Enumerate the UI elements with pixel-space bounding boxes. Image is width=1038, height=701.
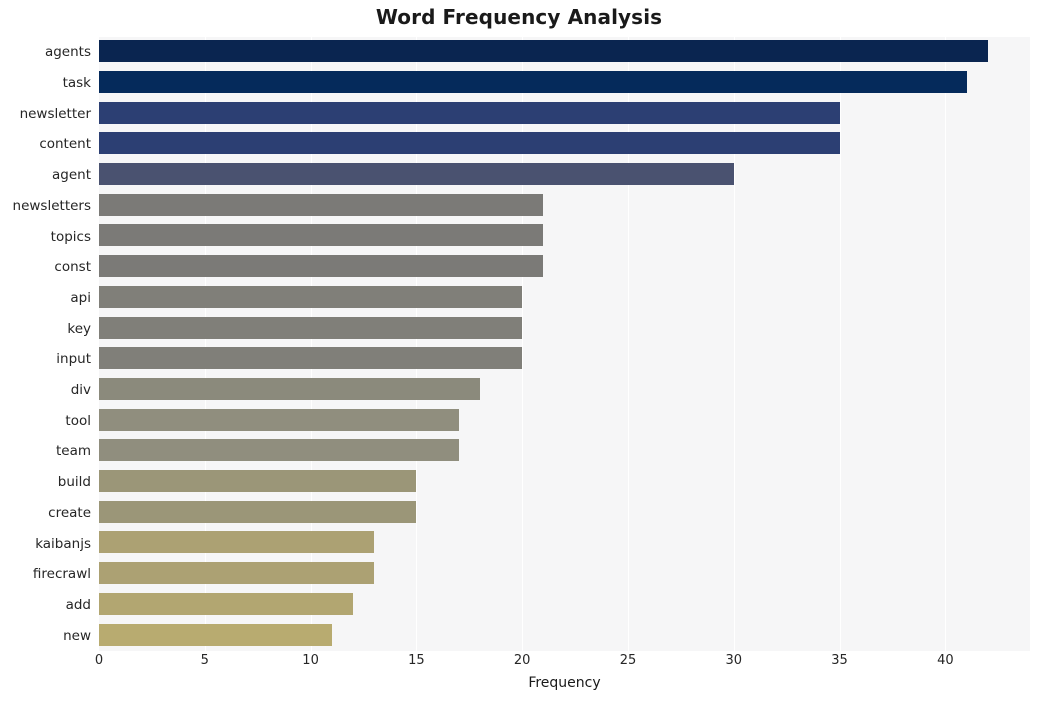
y-axis-tick-label: build xyxy=(57,474,91,491)
y-axis-tick-label: create xyxy=(48,504,91,521)
y-axis-tick-label: agent xyxy=(52,167,91,184)
bar-row[interactable] xyxy=(99,498,1030,527)
y-axis-tick-labels: agents task newsletter content agent newslett… xyxy=(0,37,99,651)
y-axis-tick-label: kaibanjs xyxy=(35,535,91,552)
x-axis-title: Frequency xyxy=(528,675,601,691)
bar[interactable] xyxy=(99,163,734,186)
bar[interactable] xyxy=(99,500,417,523)
bar-row[interactable] xyxy=(99,405,1030,434)
bar-row[interactable] xyxy=(99,191,1030,220)
bar[interactable] xyxy=(99,285,523,308)
y-axis-tick-label: newsletters xyxy=(12,197,91,214)
y-axis-tick-label: new xyxy=(63,627,91,644)
chart-figure: Word Frequency Analysis agents task newsle… xyxy=(0,0,1038,701)
x-axis-tick-label: 30 xyxy=(725,653,743,668)
bar-row[interactable] xyxy=(99,375,1030,404)
y-axis-tick-label: add xyxy=(65,596,91,613)
bar[interactable] xyxy=(99,255,544,278)
bar-row[interactable] xyxy=(99,160,1030,189)
bar[interactable] xyxy=(99,347,523,370)
bar[interactable] xyxy=(99,377,480,400)
bar[interactable] xyxy=(99,408,459,431)
x-axis-tick-label: 5 xyxy=(200,653,209,668)
bar[interactable] xyxy=(99,316,523,339)
x-axis-tick-label: 20 xyxy=(513,653,531,668)
bar-row[interactable] xyxy=(99,129,1030,158)
bar-row[interactable] xyxy=(99,344,1030,373)
y-axis-tick-label: tool xyxy=(65,412,91,429)
bar-row[interactable] xyxy=(99,313,1030,342)
bar[interactable] xyxy=(99,193,544,216)
bar-row[interactable] xyxy=(99,68,1030,97)
bar[interactable] xyxy=(99,101,840,124)
bar-row[interactable] xyxy=(99,436,1030,465)
bar-row[interactable] xyxy=(99,590,1030,619)
bar[interactable] xyxy=(99,470,417,493)
bar-row[interactable] xyxy=(99,528,1030,557)
bar-row[interactable] xyxy=(99,283,1030,312)
bar-row[interactable] xyxy=(99,37,1030,66)
y-axis-tick-label: const xyxy=(54,259,91,276)
x-axis-tick-labels: 0 5 10 15 20 25 30 35 40 xyxy=(95,653,1030,675)
y-axis-tick-label: topics xyxy=(50,228,91,245)
y-axis-tick-label: key xyxy=(67,320,91,337)
y-axis-tick-label: input xyxy=(56,351,91,368)
bar-row[interactable] xyxy=(99,467,1030,496)
bar[interactable] xyxy=(99,70,967,93)
x-axis-tick-label: 10 xyxy=(302,653,319,668)
bar[interactable] xyxy=(99,623,332,646)
bar-row[interactable] xyxy=(99,620,1030,649)
bar-row[interactable] xyxy=(99,221,1030,250)
bar[interactable] xyxy=(99,439,459,462)
y-axis-tick-label: team xyxy=(55,443,91,460)
bar-row[interactable] xyxy=(99,559,1030,588)
page-title: Word Frequency Analysis xyxy=(375,5,663,29)
y-axis-tick-label: task xyxy=(62,75,91,92)
plot-area xyxy=(99,37,1030,651)
y-axis-tick-label: firecrawl xyxy=(32,566,91,583)
x-axis-tick-label: 0 xyxy=(94,653,104,668)
bar-row[interactable] xyxy=(99,252,1030,281)
bar[interactable] xyxy=(99,224,544,247)
y-axis-tick-label: newsletter xyxy=(19,105,91,122)
y-axis-tick-label: api xyxy=(70,289,91,306)
bar-row[interactable] xyxy=(99,98,1030,127)
bar[interactable] xyxy=(99,562,375,585)
y-axis-tick-label: content xyxy=(39,136,91,153)
x-axis-tick-label: 35 xyxy=(831,653,848,668)
bar[interactable] xyxy=(99,531,375,554)
x-axis-tick-label: 25 xyxy=(619,653,637,668)
y-axis-tick-label: div xyxy=(70,382,91,399)
bar[interactable] xyxy=(99,40,988,63)
x-axis-tick-label: 15 xyxy=(408,653,425,668)
x-axis-tick-label: 40 xyxy=(937,653,954,668)
bar[interactable] xyxy=(99,592,353,615)
bar[interactable] xyxy=(99,132,840,155)
y-axis-tick-label: agents xyxy=(44,44,91,61)
